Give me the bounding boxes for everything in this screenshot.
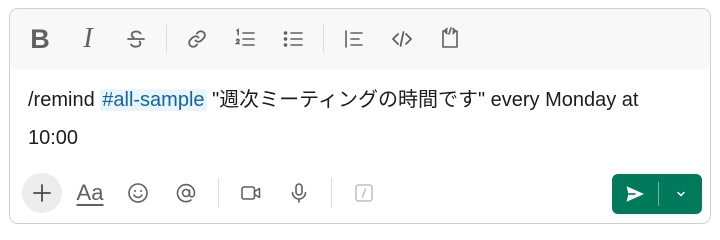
code-icon — [392, 31, 412, 47]
actions-divider — [218, 178, 219, 208]
slash-command-icon — [355, 184, 373, 202]
italic-button[interactable]: I — [70, 21, 106, 57]
channel-mention[interactable]: #all-sample — [100, 89, 207, 111]
numbered-list-icon — [234, 28, 255, 46]
send-button[interactable] — [612, 174, 658, 214]
code-block-icon — [442, 27, 458, 48]
slash-command-button[interactable] — [344, 173, 384, 213]
microphone-icon — [291, 183, 307, 203]
format-toggle-button[interactable]: Aa — [70, 173, 110, 213]
emoji-button[interactable] — [118, 173, 158, 213]
video-icon — [241, 186, 261, 200]
emoji-icon — [128, 183, 148, 203]
mention-button[interactable] — [166, 173, 206, 213]
send-button-group — [612, 174, 702, 214]
strikethrough-icon — [127, 30, 145, 48]
bulleted-list-icon — [283, 31, 303, 47]
actions-divider — [331, 178, 332, 208]
send-icon — [626, 186, 644, 202]
toolbar-divider — [323, 25, 324, 53]
command-text: /remind — [28, 89, 101, 111]
bulleted-list-button[interactable] — [275, 21, 311, 57]
numbered-list-button[interactable] — [227, 21, 263, 57]
italic-icon: I — [83, 23, 93, 54]
audio-clip-button[interactable] — [279, 173, 319, 213]
link-icon — [188, 30, 206, 48]
attach-button[interactable] — [22, 173, 62, 213]
message-input[interactable]: /remind #all-sample "週次ミーティングの時間です" ever… — [28, 81, 692, 157]
code-block-button[interactable] — [432, 21, 468, 57]
message-composer: B I /remind #all-sample "週次ミーティングの時間です" … — [9, 8, 711, 224]
link-button[interactable] — [179, 21, 215, 57]
bold-button[interactable]: B — [22, 21, 58, 57]
video-clip-button[interactable] — [231, 173, 271, 213]
composer-actions: Aa — [10, 163, 710, 223]
bold-icon: B — [30, 23, 50, 54]
strikethrough-button[interactable] — [118, 21, 154, 57]
chevron-down-icon — [676, 191, 685, 197]
blockquote-button[interactable] — [336, 21, 372, 57]
format-icon: Aa — [76, 180, 104, 205]
mention-icon — [176, 183, 196, 203]
code-button[interactable] — [384, 21, 420, 57]
formatting-toolbar: B I — [10, 9, 710, 69]
toolbar-divider — [166, 25, 167, 53]
plus-icon — [33, 184, 51, 202]
schedule-send-button[interactable] — [659, 174, 702, 214]
blockquote-icon — [345, 30, 363, 48]
